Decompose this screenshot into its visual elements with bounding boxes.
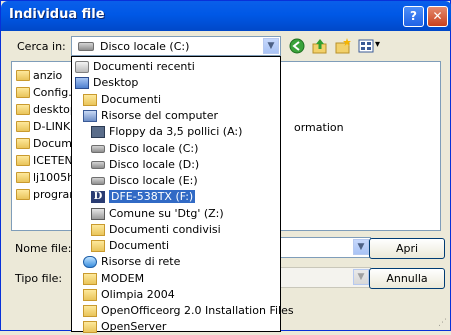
- dropdown-item-docs[interactable]: Documenti: [91, 238, 296, 254]
- folder-icon: [83, 321, 97, 333]
- folder-icon: [16, 103, 30, 115]
- folder-icon: [16, 120, 30, 132]
- lookin-dropdown-list[interactable]: Documenti recenti Desktop Documenti Riso…: [71, 56, 294, 333]
- list-item[interactable]: ICETEN: [16, 153, 73, 169]
- dropdown-item-network[interactable]: Risorse di rete: [83, 254, 288, 270]
- resize-grip-icon[interactable]: ⋰: [438, 318, 448, 328]
- network-drive-icon: [91, 208, 105, 220]
- hard-drive-icon: [91, 161, 105, 169]
- list-item-text[interactable]: ormation: [294, 121, 344, 134]
- computer-icon: [83, 110, 97, 122]
- folder-icon: [16, 171, 30, 183]
- filetype-label: Tipo file:: [15, 272, 63, 285]
- back-icon[interactable]: [289, 38, 305, 54]
- folder-icon: [91, 240, 105, 252]
- dropdown-item-drive-e[interactable]: Disco locale (E:): [91, 173, 296, 189]
- list-item[interactable]: anzio: [16, 68, 62, 84]
- network-icon: [83, 256, 97, 268]
- folder-icon: [16, 69, 30, 81]
- floppy-icon: [91, 126, 105, 138]
- new-folder-icon[interactable]: [335, 38, 351, 54]
- dropdown-item-openserver[interactable]: OpenServer: [83, 319, 288, 335]
- dropdown-item-drive-d[interactable]: Disco locale (D:): [91, 157, 296, 173]
- view-dropdown-arrow[interactable]: ▾: [375, 39, 380, 50]
- filename-label: Nome file:: [15, 242, 72, 255]
- dropdown-item-olimpia[interactable]: Olimpia 2004: [83, 287, 288, 303]
- hard-drive-icon: [91, 177, 105, 185]
- dropdown-item-modem[interactable]: MODEM: [83, 271, 288, 287]
- hard-drive-icon: [91, 145, 105, 153]
- up-folder-icon[interactable]: [312, 38, 328, 54]
- dropdown-item-floppy[interactable]: Floppy da 3,5 pollici (A:): [91, 124, 296, 140]
- dropdown-item-desktop[interactable]: Desktop: [75, 75, 280, 91]
- folder-icon: [16, 154, 30, 166]
- lookin-value: Disco locale (C:): [100, 40, 190, 53]
- cancel-button[interactable]: Annulla: [369, 268, 445, 289]
- folder-icon: [83, 305, 97, 317]
- dropdown-item-computer[interactable]: Risorse del computer: [83, 108, 288, 124]
- folder-icon: [16, 188, 30, 200]
- file-dialog: Individua file ? ✕ Cerca in: Disco local…: [0, 0, 451, 333]
- dropdown-item-drive-z[interactable]: Comune su 'Dtg' (Z:): [91, 206, 296, 222]
- desktop-icon: [75, 77, 89, 89]
- dropdown-item-recent[interactable]: Documenti recenti: [75, 59, 280, 75]
- dropdown-item-drive-f[interactable]: D DFE-538TX (F:): [91, 189, 296, 205]
- dropdown-item-drive-c[interactable]: Disco locale (C:): [91, 141, 296, 157]
- folder-icon: [16, 86, 30, 98]
- open-button[interactable]: Apri: [369, 238, 445, 259]
- folder-icon: [91, 224, 105, 236]
- dropdown-item-shared-docs[interactable]: Documenti condivisi: [91, 222, 296, 238]
- chevron-down-icon[interactable]: ▼: [353, 269, 369, 285]
- documents-folder-icon: [83, 94, 97, 106]
- dropdown-item-openoffice[interactable]: OpenOfficeorg 2.0 Installation Files: [83, 303, 294, 319]
- help-button[interactable]: ?: [403, 6, 424, 27]
- lookin-combo[interactable]: Disco locale (C:) ▼: [71, 36, 281, 56]
- folder-icon: [83, 273, 97, 285]
- recent-docs-icon: [75, 61, 89, 73]
- folder-icon: [16, 137, 30, 149]
- dfe-drive-icon: D: [91, 191, 105, 203]
- title-bar[interactable]: Individua file ? ✕: [1, 1, 451, 31]
- folder-icon: [83, 289, 97, 301]
- view-menu-icon[interactable]: [358, 38, 374, 54]
- hard-drive-icon: [78, 42, 94, 51]
- list-item[interactable]: Docume: [16, 136, 79, 152]
- window-title: Individua file: [9, 7, 105, 22]
- lookin-label: Cerca in:: [17, 40, 66, 53]
- close-button[interactable]: ✕: [427, 6, 448, 27]
- dropdown-item-documents[interactable]: Documenti: [83, 92, 288, 108]
- list-item[interactable]: desktop: [16, 102, 77, 118]
- list-item[interactable]: D-LINK: [16, 119, 70, 135]
- chevron-down-icon[interactable]: ▼: [353, 239, 369, 255]
- chevron-down-icon[interactable]: ▼: [263, 38, 279, 54]
